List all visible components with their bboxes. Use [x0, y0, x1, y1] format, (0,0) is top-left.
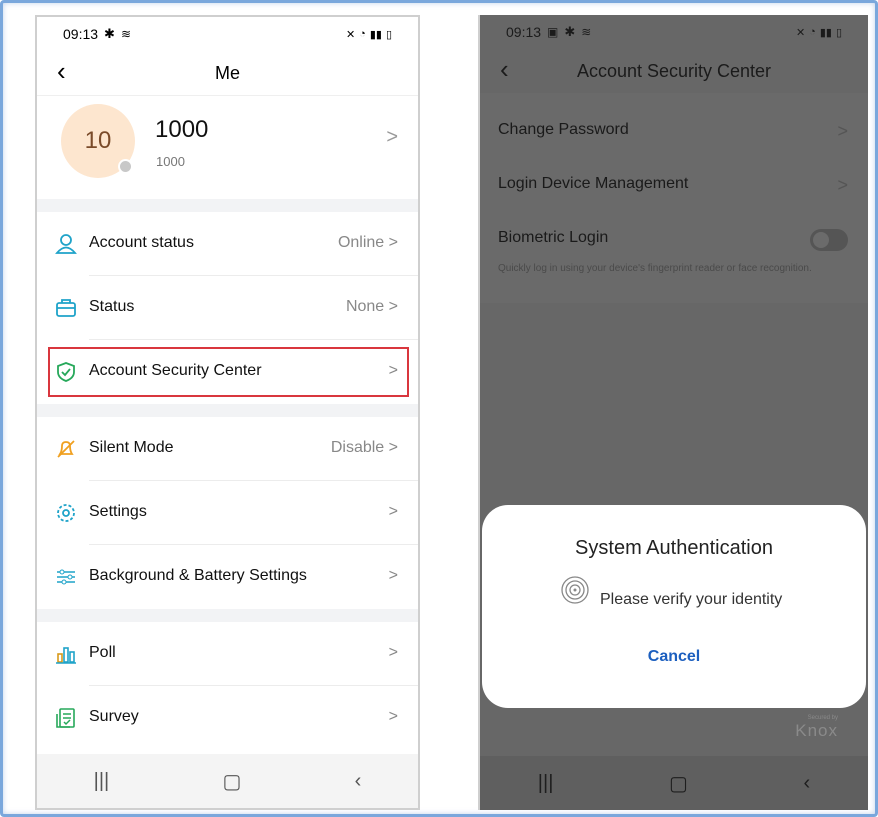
row-label: Account status — [89, 234, 194, 251]
row-survey[interactable]: Survey > — [37, 686, 418, 750]
survey-icon — [56, 708, 75, 728]
row-value: Disable > — [330, 439, 398, 456]
signal-icons: ✕ ◔ ▮▮ ▯ — [346, 28, 392, 41]
row-label: Background & Battery Settings — [89, 567, 307, 584]
settings-gear-icon: ✱ — [564, 24, 576, 39]
system-nav-bar: ||| ▢ ‹ — [37, 754, 418, 808]
chevron-right-icon: > — [386, 126, 398, 148]
row-value: None > — [345, 298, 398, 315]
weather-icon: ≋ — [120, 27, 132, 41]
me-screen: 09:13 ✱ ≋ ✕ ◔ ▮▮ ▯ ‹ Me 10 1000 1000 > A… — [35, 15, 420, 810]
row-account-status[interactable]: Account status Online > — [37, 212, 418, 276]
profile-id: 1000 — [156, 154, 185, 169]
presence-dot — [118, 159, 133, 174]
page-title: Me — [214, 63, 240, 83]
row-label: Settings — [89, 503, 147, 520]
dialog-message: Please verify your identity — [600, 591, 783, 608]
gear-icon — [57, 504, 75, 522]
settings-gear-icon: ✱ — [104, 26, 115, 41]
wifi-icon: ◔ — [809, 26, 816, 38]
account-security-screen: 09:13 ▣ ✱ ≋ ✕ ◔ ▮▮ ▯ ‹ Account Security … — [478, 15, 868, 810]
app-bar: ‹ Account Security Center — [480, 49, 868, 93]
home-icon[interactable]: ▢ — [669, 771, 688, 796]
status-bar: 09:13 ▣ ✱ ≋ ✕ ◔ ▮▮ ▯ — [480, 15, 868, 49]
signal-icon: ▮▮ — [369, 28, 382, 41]
mute-icon: ✕ — [345, 28, 356, 41]
cancel-button[interactable]: Cancel — [482, 648, 866, 666]
fingerprint-icon — [561, 576, 589, 604]
battery-icon: ▯ — [835, 26, 842, 39]
status-bar: 09:13 ✱ ≋ ✕ ◔ ▮▮ ▯ — [37, 17, 418, 51]
row-silent-mode[interactable]: Silent Mode Disable > — [37, 417, 418, 481]
bell-off-icon — [57, 440, 75, 458]
back-nav-icon[interactable]: ‹ — [355, 770, 362, 793]
mute-icon: ✕ — [795, 26, 806, 39]
row-login-device-management[interactable]: Login Device Management > — [480, 157, 868, 211]
section-gap — [37, 404, 418, 417]
row-label: Poll — [89, 644, 116, 661]
knox-logo: Secured by Knox — [795, 715, 838, 740]
recent-apps-icon[interactable]: ||| — [94, 770, 110, 793]
image-icon: ▣ — [547, 25, 559, 39]
dialog-title: System Authentication — [575, 537, 773, 559]
wifi-icon: ◔ — [359, 28, 366, 40]
biometric-toggle[interactable] — [810, 229, 848, 251]
chevron-right-icon: > — [388, 567, 398, 584]
chevron-right-icon: > — [388, 503, 398, 520]
row-value: Online > — [337, 234, 398, 251]
row-background-battery[interactable]: Background & Battery Settings > — [37, 545, 418, 609]
weather-icon: ≋ — [581, 25, 592, 39]
profile-card[interactable]: 10 1000 1000 > — [37, 95, 418, 199]
page-title: Account Security Center — [576, 61, 772, 81]
recent-apps-icon[interactable]: ||| — [538, 772, 554, 795]
home-icon[interactable]: ▢ — [222, 769, 241, 794]
battery-icon: ▯ — [385, 28, 392, 41]
briefcase-icon — [56, 299, 76, 317]
chevron-right-icon: > — [837, 121, 848, 141]
row-change-password[interactable]: Change Password > — [480, 103, 868, 157]
row-label: Silent Mode — [89, 439, 174, 456]
status-time: 09:13 — [506, 24, 542, 40]
avatar: 10 — [61, 104, 135, 178]
system-nav-bar: ||| ▢ ‹ — [480, 756, 868, 810]
selection-highlight — [48, 347, 409, 397]
back-nav-icon[interactable]: ‹ — [804, 772, 811, 795]
row-poll[interactable]: Poll > — [37, 622, 418, 686]
chevron-right-icon: > — [388, 644, 398, 661]
chevron-right-icon: > — [388, 708, 398, 725]
section-gap — [37, 199, 418, 212]
row-status[interactable]: Status None > — [37, 276, 418, 340]
signal-icons: ✕ ◔ ▮▮ ▯ — [796, 26, 842, 39]
chevron-right-icon: > — [837, 175, 848, 195]
row-label: Status — [89, 298, 135, 315]
app-bar: ‹ Me — [37, 51, 418, 95]
auth-dialog: System Authentication Please verify your… — [482, 505, 866, 708]
user-icon — [55, 234, 77, 254]
row-label: Survey — [89, 708, 139, 725]
row-settings[interactable]: Settings > — [37, 481, 418, 545]
sliders-icon — [57, 569, 75, 585]
section-gap — [37, 609, 418, 622]
status-time: 09:13 — [63, 26, 99, 42]
profile-name: 1000 — [155, 116, 209, 143]
signal-icon: ▮▮ — [819, 26, 832, 39]
bar-chart-icon — [56, 647, 76, 664]
biometric-description: Quickly log in using your device's finge… — [498, 263, 812, 274]
